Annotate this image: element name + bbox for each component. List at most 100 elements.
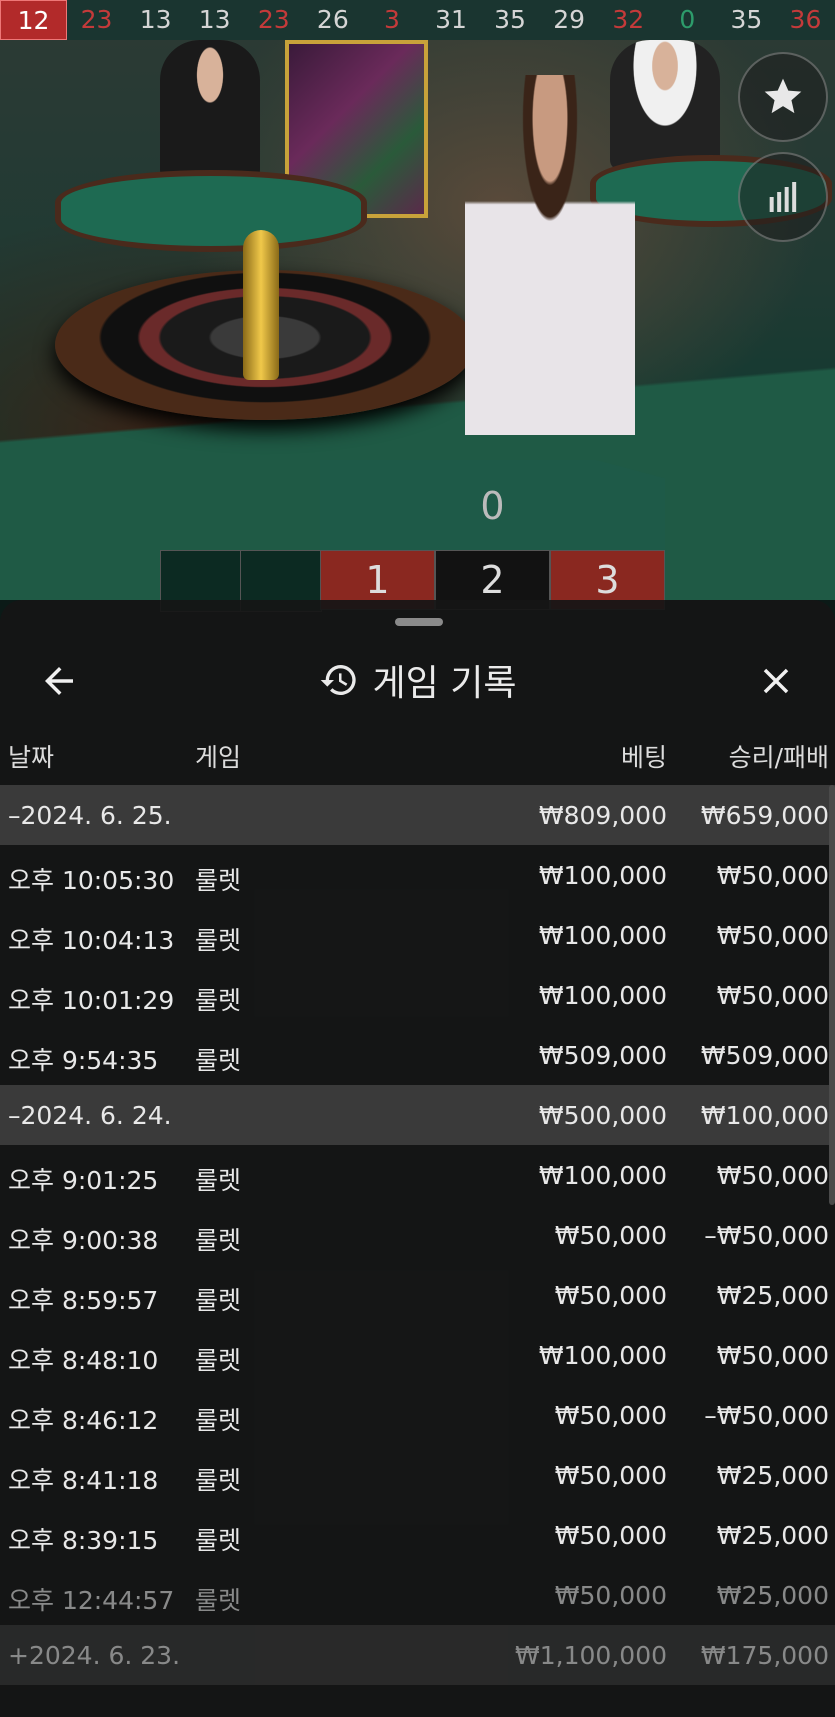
date-group-row[interactable]: +2024. 6. 23. ₩1,100,000 ₩175,000 [0,1625,835,1685]
row-time: 오후 8:39:15 [8,1526,159,1555]
row-game: 룰렛 [195,866,242,895]
history-row[interactable]: 오후 8:46:12 룰렛 ₩50,000 –₩50,000 [0,1385,835,1445]
row-time: 오후 10:05:30 [8,866,175,895]
result-number: 31 [435,5,467,34]
wheel-spindle [243,230,279,380]
back-button[interactable] [38,660,80,702]
group-date: +2024. 6. 23. [8,1641,181,1670]
panel-header: 게임 기록 [0,640,835,720]
column-game[interactable]: 게임 [195,738,241,774]
group-win-loss-total: ₩175,000 [700,1641,829,1670]
row-game: 룰렛 [195,926,242,955]
row-win-loss: –₩50,000 [704,1221,829,1250]
row-bet: ₩50,000 [554,1521,667,1550]
group-date: –2024. 6. 24. [8,1101,172,1130]
betting-board-zero[interactable]: 0 [320,460,665,552]
close-button[interactable] [755,660,797,702]
history-row[interactable]: 오후 10:04:13 룰렛 ₩100,000 ₩50,000 [0,905,835,965]
history-list: –2024. 6. 25. ₩809,000 ₩659,000 오후 10:05:30… [0,785,835,1685]
row-time: 오후 10:04:13 [8,926,175,955]
row-game: 룰렛 [195,1586,242,1615]
row-bet: ₩100,000 [538,1341,667,1370]
history-row[interactable]: 오후 9:54:35 룰렛 ₩509,000 ₩509,000 [0,1025,835,1085]
column-win-loss[interactable]: 승리/패배 [729,738,829,774]
group-win-loss-total: ₩100,000 [700,1101,829,1130]
scrollbar[interactable] [829,785,835,1205]
row-time: 오후 8:59:57 [8,1286,159,1315]
row-win-loss: ₩50,000 [716,921,829,950]
row-bet: ₩50,000 [554,1281,667,1310]
bar-chart-icon [769,182,797,212]
row-time: 오후 9:00:38 [8,1226,159,1255]
row-time: 오후 10:01:29 [8,986,175,1015]
row-win-loss: ₩25,000 [716,1581,829,1610]
row-bet: ₩50,000 [554,1461,667,1490]
date-group-row[interactable]: –2024. 6. 24. ₩500,000 ₩100,000 [0,1085,835,1145]
result-number: 3 [383,5,400,34]
history-row[interactable]: 오후 8:59:57 룰렛 ₩50,000 ₩25,000 [0,1265,835,1325]
close-icon [763,668,789,694]
row-game: 룰렛 [195,1226,242,1255]
star-icon [764,78,802,114]
row-bet: ₩100,000 [538,921,667,950]
column-headers: 날짜 게임 베팅 승리/패배 [0,720,835,785]
dealer [465,75,635,435]
history-row[interactable]: 오후 12:44:57 룰렛 ₩50,000 ₩25,000 [0,1565,835,1625]
recent-results-bar: 12 23 13 13 23 26 3 31 35 29 32 0 35 36 [0,0,835,40]
row-time: 오후 8:48:10 [8,1346,159,1375]
row-game: 룰렛 [195,1526,242,1555]
row-win-loss: ₩25,000 [716,1281,829,1310]
result-number: 36 [789,5,822,34]
group-bet-total: ₩1,100,000 [515,1641,667,1670]
row-win-loss: ₩25,000 [716,1521,829,1550]
row-win-loss: ₩50,000 [716,1341,829,1370]
history-row[interactable]: 오후 9:00:38 룰렛 ₩50,000 –₩50,000 [0,1205,835,1265]
group-bet-total: ₩500,000 [538,1101,667,1130]
row-bet: ₩100,000 [538,981,667,1010]
history-row[interactable]: 오후 8:41:18 룰렛 ₩50,000 ₩25,000 [0,1445,835,1505]
row-game: 룰렛 [195,1406,242,1435]
row-win-loss: ₩50,000 [716,1161,829,1190]
row-bet: ₩50,000 [554,1221,667,1250]
latest-result: 12 [0,0,67,40]
row-time: 오후 8:41:18 [8,1466,159,1495]
result-number: 23 [257,5,290,34]
row-game: 룰렛 [195,986,242,1015]
result-number: 13 [139,5,172,34]
row-win-loss: ₩25,000 [716,1461,829,1490]
background-table-left [55,170,367,252]
row-win-loss: ₩509,000 [700,1041,829,1070]
arrow-left-icon [45,667,73,695]
drag-handle[interactable] [395,618,443,626]
zero-cell[interactable]: 0 [320,460,665,552]
row-game: 룰렛 [195,1286,242,1315]
result-number: 13 [198,5,231,34]
favorite-button[interactable] [738,52,828,142]
result-number: 0 [679,5,696,34]
result-number: 32 [612,5,645,34]
result-number: 29 [553,5,586,34]
row-game: 룰렛 [195,1466,242,1495]
column-bet[interactable]: 베팅 [621,738,667,774]
row-time: 오후 9:54:35 [8,1046,159,1075]
statistics-button[interactable] [738,152,828,242]
history-icon [320,665,356,695]
history-row[interactable]: 오후 8:39:15 룰렛 ₩50,000 ₩25,000 [0,1505,835,1565]
row-time: 오후 12:44:57 [8,1586,175,1615]
background-dealer-left [160,40,260,180]
history-row[interactable]: 오후 10:01:29 룰렛 ₩100,000 ₩50,000 [0,965,835,1025]
date-group-row[interactable]: –2024. 6. 25. ₩809,000 ₩659,000 [0,785,835,845]
row-time: 오후 9:01:25 [8,1166,159,1195]
column-date[interactable]: 날짜 [8,738,54,774]
row-game: 룰렛 [195,1046,242,1075]
row-bet: ₩50,000 [554,1581,667,1610]
row-win-loss: –₩50,000 [704,1401,829,1430]
row-bet: ₩100,000 [538,861,667,890]
row-game: 룰렛 [195,1166,242,1195]
history-row[interactable]: 오후 10:05:30 룰렛 ₩100,000 ₩50,000 [0,845,835,905]
group-win-loss-total: ₩659,000 [700,801,829,830]
history-row[interactable]: 오후 8:48:10 룰렛 ₩100,000 ₩50,000 [0,1325,835,1385]
panel-title: 게임 기록 [372,663,517,704]
row-time: 오후 8:46:12 [8,1406,159,1435]
history-row[interactable]: 오후 9:01:25 룰렛 ₩100,000 ₩50,000 [0,1145,835,1205]
